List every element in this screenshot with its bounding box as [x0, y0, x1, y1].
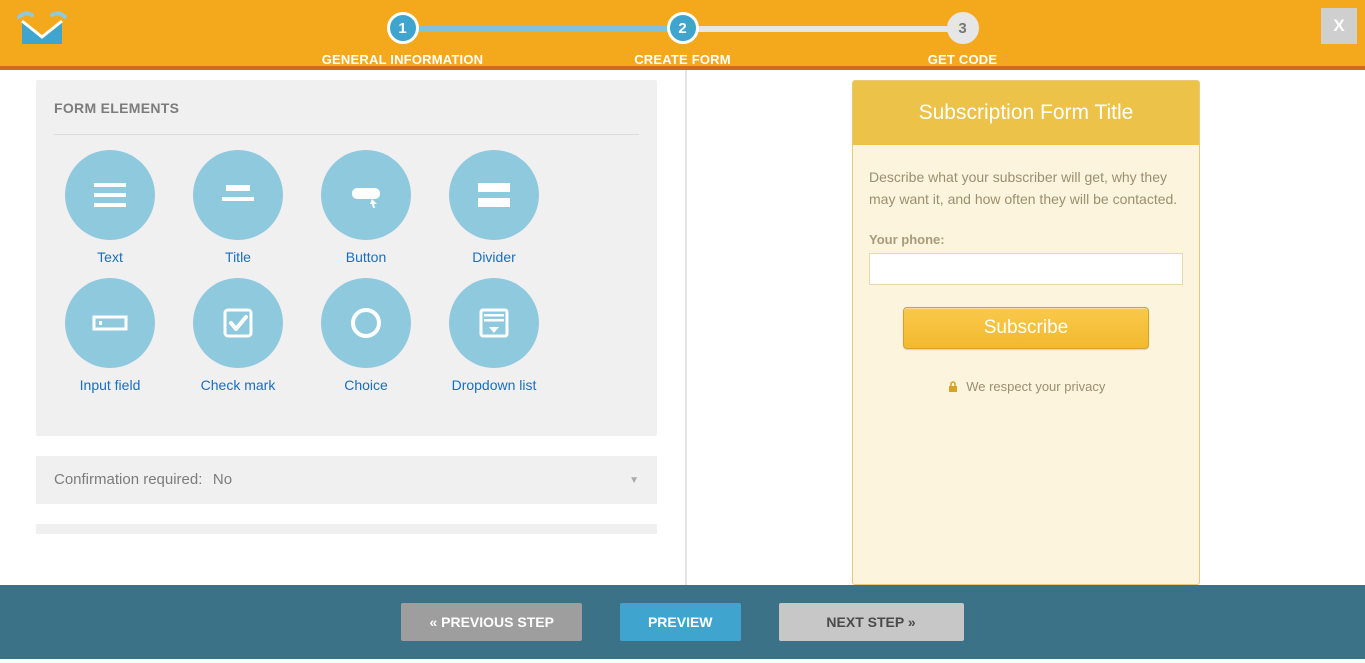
step-number: 1	[387, 12, 419, 44]
subscribe-button[interactable]: Subscribe	[903, 307, 1149, 349]
confirmation-required-row[interactable]: Confirmation required: No ▼	[36, 456, 657, 504]
element-button[interactable]: Button	[302, 150, 430, 266]
config-label: Confirmation required:	[54, 471, 202, 488]
form-elements-panel: FORM ELEMENTS Text	[36, 80, 657, 436]
check-mark-icon	[193, 278, 283, 368]
step-general-information[interactable]: 1 GENERAL INFORMATION	[263, 12, 543, 67]
dropdown-list-icon	[449, 278, 539, 368]
panel-title: FORM ELEMENTS	[54, 100, 639, 116]
element-dropdown-list[interactable]: Dropdown list	[430, 278, 558, 394]
step-number: 3	[947, 12, 979, 44]
footer: « PREVIOUS STEP PREVIEW NEXT STEP »	[0, 585, 1365, 659]
step-label: GET CODE	[928, 52, 998, 67]
phone-input[interactable]	[869, 253, 1183, 285]
next-panel-peek	[36, 524, 657, 534]
form-description[interactable]: Describe what your subscriber will get, …	[869, 167, 1183, 210]
logo-icon	[12, 5, 72, 55]
text-icon	[65, 150, 155, 240]
divider-icon	[449, 150, 539, 240]
step-label: GENERAL INFORMATION	[322, 52, 483, 67]
element-label: Check mark	[201, 376, 276, 394]
stepper: 1 GENERAL INFORMATION 2 CREATE FORM 3 GE…	[263, 12, 1103, 67]
main: FORM ELEMENTS Text	[0, 70, 1365, 585]
element-choice[interactable]: Choice	[302, 278, 430, 394]
step-number: 2	[667, 12, 699, 44]
elements-grid: Text Title	[36, 135, 657, 436]
element-label: Button	[346, 248, 386, 266]
preview-button[interactable]: PREVIEW	[620, 603, 741, 641]
button-icon	[321, 150, 411, 240]
element-label: Text	[97, 248, 123, 266]
step-get-code[interactable]: 3 GET CODE	[823, 12, 1103, 67]
step-label: CREATE FORM	[634, 52, 731, 67]
header: 1 GENERAL INFORMATION 2 CREATE FORM 3 GE…	[0, 0, 1365, 70]
title-icon	[193, 150, 283, 240]
input-field-icon	[65, 278, 155, 368]
element-input-field[interactable]: Input field	[46, 278, 174, 394]
step-connector-2	[693, 26, 953, 32]
phone-label: Your phone:	[869, 232, 1183, 247]
next-step-button[interactable]: NEXT STEP »	[779, 603, 964, 641]
element-label: Input field	[80, 376, 141, 394]
config-value: No	[213, 471, 232, 488]
step-create-form[interactable]: 2 CREATE FORM	[543, 12, 823, 67]
element-text[interactable]: Text	[46, 150, 174, 266]
form-title[interactable]: Subscription Form Title	[853, 81, 1199, 145]
choice-icon	[321, 278, 411, 368]
element-label: Dropdown list	[452, 376, 537, 394]
close-button[interactable]: X	[1321, 8, 1357, 44]
element-label: Choice	[344, 376, 388, 394]
element-label: Title	[225, 248, 251, 266]
step-connector-1	[413, 26, 673, 32]
chevron-down-icon: ▼	[629, 475, 639, 486]
form-preview: Subscription Form Title Describe what yo…	[852, 80, 1200, 585]
element-check-mark[interactable]: Check mark	[174, 278, 302, 394]
previous-step-button[interactable]: « PREVIOUS STEP	[401, 603, 581, 641]
privacy-text: We respect your privacy	[966, 379, 1105, 394]
right-panel: Subscription Form Title Describe what yo…	[687, 70, 1365, 585]
left-panel: FORM ELEMENTS Text	[0, 70, 685, 585]
lock-icon	[947, 380, 959, 396]
element-title[interactable]: Title	[174, 150, 302, 266]
privacy-notice: We respect your privacy	[869, 379, 1183, 396]
element-label: Divider	[472, 248, 516, 266]
element-divider[interactable]: Divider	[430, 150, 558, 266]
